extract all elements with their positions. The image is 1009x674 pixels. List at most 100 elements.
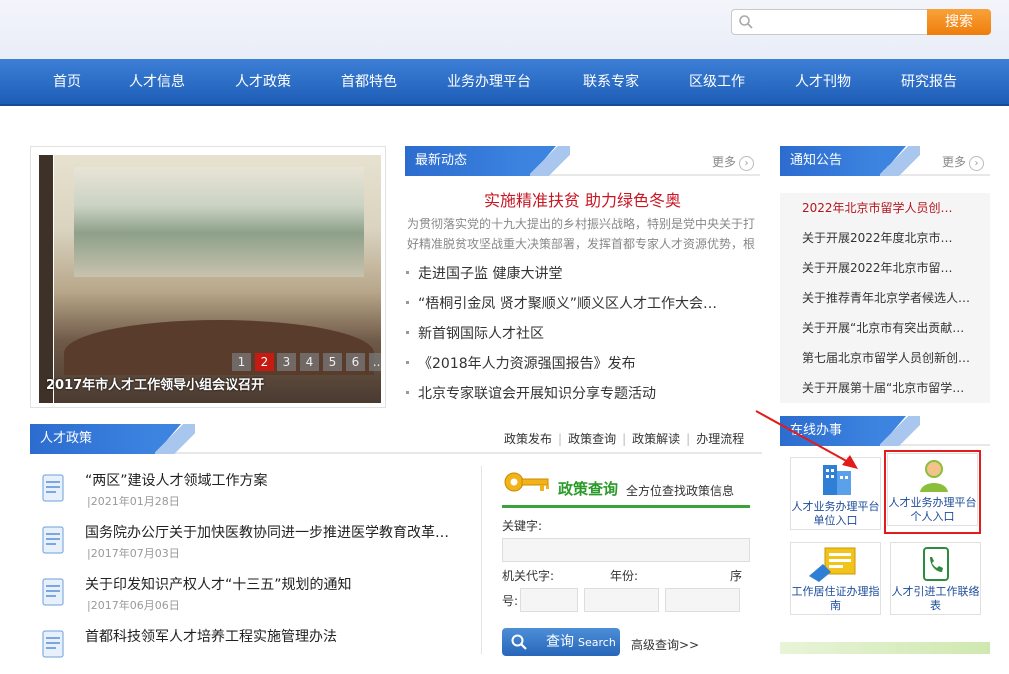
list-item[interactable]: 关于推荐青年北京学者候选人… — [780, 283, 990, 313]
nav-home[interactable]: 首页 — [53, 59, 81, 106]
nav-research-reports[interactable]: 研究报告 — [901, 59, 957, 106]
slide-page-4[interactable]: 4 — [300, 353, 319, 371]
divider — [481, 466, 482, 654]
bullet — [406, 361, 409, 364]
link-policy-query[interactable]: 政策查询 — [568, 432, 616, 446]
more-label: 更多 — [711, 155, 736, 169]
list-item[interactable]: 关于开展“北京市有突出贡献… — [780, 313, 990, 343]
highlight-frame — [884, 450, 981, 534]
search-icon — [511, 634, 527, 650]
service-residence-guide[interactable]: 工作居住证办理指南 — [790, 542, 881, 615]
notice-list: 2022年北京市留学人员创… 关于开展2022年度北京市… 关于开展2022年北… — [780, 193, 990, 403]
list-item[interactable]: 国务院办公厅关于加快医教协同进一步推进医学教育改革… |2017年07月03日 — [30, 518, 470, 570]
list-item[interactable]: “两区”建设人才领域工作方案 |2021年01月28日 — [30, 466, 470, 518]
slide-page-1[interactable]: 1 — [232, 353, 251, 371]
news-item-text: “梧桐引金凤 贤才聚顺义”顺义区人才工作大会… — [418, 296, 717, 312]
tab-stripe — [155, 424, 195, 454]
bullet — [406, 391, 409, 394]
advanced-query-link[interactable]: 高级查询>> — [631, 636, 699, 653]
list-item[interactable]: “梧桐引金凤 贤才聚顺义”顺义区人才工作大会… — [404, 292, 764, 322]
news-summary: 为贯彻落实党的十九大提出的乡村振兴战略，特别是党中央关于打好精准脱贫攻坚战重大决… — [407, 217, 756, 251]
latest-title: 最新动态 — [405, 146, 556, 176]
news-headline[interactable]: 实施精准扶贫 助力绿色冬奥 — [405, 187, 760, 211]
nav-contact-experts[interactable]: 联系专家 — [583, 59, 639, 106]
document-hand-icon — [809, 547, 856, 582]
news-item-text: 北京专家联谊会开展知识分享专题活动 — [418, 386, 656, 402]
search-input[interactable] — [758, 13, 923, 31]
list-item[interactable]: 2022年北京市留学人员创… — [780, 193, 990, 223]
list-item[interactable]: 关于开展第十届“北京市留学… — [780, 373, 990, 403]
sequence-label: 序 — [730, 569, 743, 583]
slide-page-2[interactable]: 2 — [255, 353, 274, 371]
slide-page-more[interactable]: ... — [369, 353, 381, 371]
search-box[interactable] — [731, 9, 928, 35]
link-policy-interpretation[interactable]: 政策解读 — [632, 432, 680, 446]
slide-page-6[interactable]: 6 — [346, 353, 365, 371]
main-nav: 首页 人才信息 人才政策 首都特色 业务办理平台 联系专家 区级工作 人才刊物 … — [0, 59, 1009, 106]
query-subtitle: 全方位查找政策信息 — [626, 484, 735, 498]
policy-item-title[interactable]: 国务院办公厅关于加快医教协同进一步推进医学教育改革… — [85, 522, 449, 542]
sequence-input[interactable] — [665, 588, 740, 612]
slide-page-3[interactable]: 3 — [277, 353, 296, 371]
list-item[interactable]: 关于印发知识产权人才“十三五”规划的通知 |2017年06月06日 — [30, 570, 470, 622]
slide-edge — [39, 155, 53, 403]
list-item[interactable]: 首都科技领军人才培养工程实施管理办法 — [30, 622, 470, 674]
link-policy-release[interactable]: 政策发布 — [504, 432, 552, 446]
tab-stripe — [880, 146, 920, 176]
document-icon — [42, 630, 64, 658]
nav-capital-features[interactable]: 首都特色 — [341, 59, 397, 106]
link-process[interactable]: 办理流程 — [696, 432, 744, 446]
divider — [502, 505, 750, 508]
year-input[interactable] — [584, 588, 659, 612]
banner-strip — [780, 642, 990, 654]
nav-talent-journals[interactable]: 人才刊物 — [795, 59, 851, 106]
policy-item-title[interactable]: 关于印发知识产权人才“十三五”规划的通知 — [85, 574, 352, 594]
more-label: 更多 — [941, 155, 966, 169]
pointer-arrow — [755, 410, 858, 469]
keyword-label: 关键字: — [502, 519, 543, 533]
search-button[interactable]: 搜索 — [927, 9, 991, 35]
phone-book-icon — [923, 547, 949, 581]
list-item[interactable]: 第七届北京市留学人员创新创… — [780, 343, 990, 373]
list-item[interactable]: 北京专家联谊会开展知识分享专题活动 — [404, 382, 764, 412]
nav-district-work[interactable]: 区级工作 — [689, 59, 745, 106]
list-item[interactable]: 《2018年人力资源强国报告》发布 — [404, 352, 764, 382]
image-slider[interactable]: 1 2 3 4 5 6 ... 2017年市人才工作领导小组会议召开 — [30, 146, 386, 408]
nav-business-platform[interactable]: 业务办理平台 — [447, 59, 531, 106]
nav-talent-policy[interactable]: 人才政策 — [235, 59, 291, 106]
document-icon — [42, 526, 64, 554]
nav-talent-info[interactable]: 人才信息 — [129, 59, 185, 106]
query-button[interactable]: 查询 Search — [502, 628, 620, 656]
notices-more-link[interactable]: 更多 › — [942, 153, 984, 171]
year-label: 年份: — [610, 569, 639, 583]
slide-page-5[interactable]: 5 — [323, 353, 342, 371]
slide-photo[interactable]: 1 2 3 4 5 6 ... — [54, 155, 381, 403]
list-item[interactable]: 走进国子监 健康大讲堂 — [404, 262, 764, 292]
news-item-text: 《2018年人力资源强国报告》发布 — [418, 356, 636, 372]
org-code-label: 机关代字: — [502, 569, 555, 583]
slide-caption[interactable]: 2017年市人才工作领导小组会议召开 — [46, 374, 264, 393]
latest-header: 最新动态 更多 › — [405, 146, 760, 176]
list-item[interactable]: 新首钢国际人才社区 — [404, 322, 764, 352]
query-button-label: 查询 — [546, 634, 574, 650]
policy-item-date: |2017年07月03日 — [87, 547, 180, 560]
org-code-input[interactable] — [520, 588, 578, 612]
landscape-painting — [74, 167, 364, 277]
policy-item-title[interactable]: “两区”建设人才领域工作方案 — [85, 470, 268, 490]
latest-more-link[interactable]: 更多 › — [712, 153, 754, 171]
tab-stripe — [880, 416, 920, 446]
policy-item-date: |2021年01月28日 — [87, 495, 180, 508]
news-item-text: 走进国子监 健康大讲堂 — [418, 266, 563, 282]
bullet — [406, 271, 409, 274]
query-title: 政策查询 — [558, 480, 619, 498]
policy-title: 人才政策 — [30, 424, 181, 454]
keyword-input[interactable] — [502, 538, 750, 562]
notices-title: 通知公告 — [780, 146, 906, 176]
service-label: 工作居住证办理指南 — [791, 585, 880, 612]
list-item[interactable]: 关于开展2022年度北京市… — [780, 223, 990, 253]
service-talent-contact[interactable]: 人才引进工作联络表 — [890, 542, 981, 615]
service-label: 人才引进工作联络表 — [891, 585, 980, 612]
policy-item-title[interactable]: 首都科技领军人才培养工程实施管理办法 — [85, 626, 337, 646]
list-item[interactable]: 关于开展2022年北京市留… — [780, 253, 990, 283]
news-item-text: 新首钢国际人才社区 — [418, 326, 544, 342]
